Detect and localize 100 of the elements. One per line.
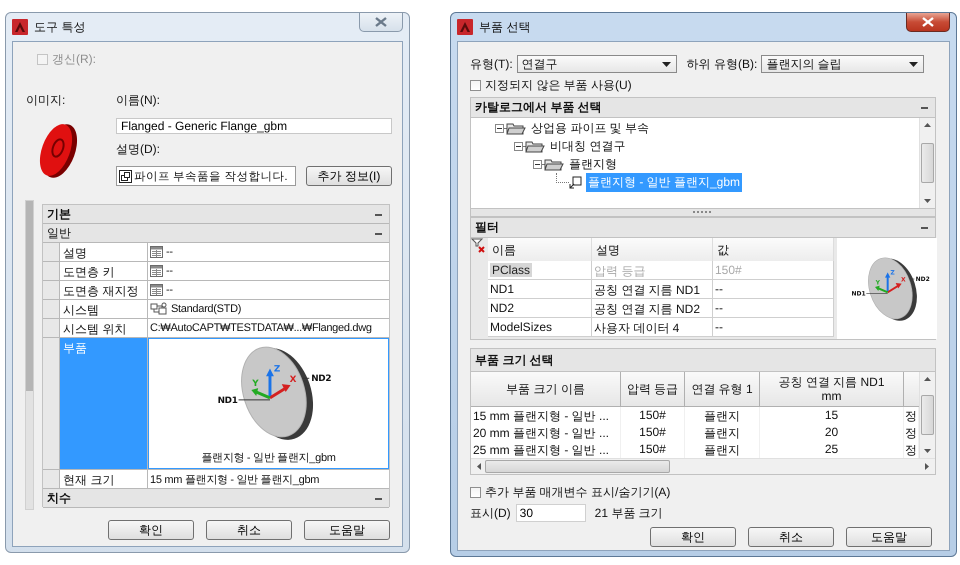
table-cell: 정: [904, 441, 919, 458]
field-label: 유형(T):: [470, 56, 513, 72]
description-field[interactable]: 파이프 부속품을 작성합니다.: [116, 166, 296, 186]
caret-icon: [662, 62, 671, 66]
window-title: 도구 특성: [34, 18, 86, 36]
caret-icon: [909, 62, 918, 66]
scroll-down-icon[interactable]: [924, 199, 931, 203]
axis-label: Y: [252, 379, 258, 390]
property-name[interactable]: 도면층 재지정: [60, 281, 148, 299]
category-label: 치수: [47, 490, 71, 506]
dropdown[interactable]: 플랜지의 슬립: [761, 55, 924, 73]
scroll-up-icon[interactable]: [924, 377, 931, 381]
tree-item[interactable]: 플랜지형: [567, 154, 619, 174]
table-cell: PClass: [490, 263, 532, 277]
column-header[interactable]: 설명: [592, 238, 713, 261]
property-name[interactable]: 시스템: [60, 300, 148, 318]
folder-icon: [525, 140, 545, 152]
checkbox[interactable]: [470, 80, 481, 91]
dialog-button[interactable]: 취소: [206, 520, 292, 540]
panel-header[interactable]: 필터: [471, 218, 935, 238]
leader-line: [909, 278, 915, 279]
scroll-right-icon[interactable]: [925, 463, 929, 470]
flange-drawing: [40, 124, 77, 178]
table-cell: 150#: [715, 263, 742, 277]
node-label: ND2: [310, 374, 331, 384]
table-cell: 공칭 연결 지름 ND1: [594, 283, 700, 297]
property-value: --: [166, 246, 173, 258]
panel-title: 부품 크기 선택: [475, 352, 554, 368]
splitter-grip-icon[interactable]: [693, 211, 713, 214]
table-cell: ND2: [490, 301, 514, 315]
table-cell: ND1: [490, 282, 514, 296]
scrollbar[interactable]: [919, 372, 935, 458]
column-header[interactable]: 연결 유형 1: [685, 372, 760, 407]
close-button[interactable]: [906, 13, 950, 32]
close-icon: [922, 17, 934, 27]
scrollbar[interactable]: [919, 118, 935, 208]
field-label: 설명(D):: [116, 141, 161, 158]
folder-icon: [544, 158, 564, 170]
column-header[interactable]: 부품 크기 이름: [471, 372, 621, 407]
app-icon: [12, 19, 28, 35]
panel-title: 필터: [475, 219, 499, 236]
node-label: ND1: [217, 396, 238, 406]
property-value: --: [166, 265, 173, 277]
axis-label: X: [289, 375, 296, 386]
collapse-icon[interactable]: [514, 142, 523, 150]
name-field[interactable]: Flanged - Generic Flange_gbm: [116, 118, 392, 134]
column-header[interactable]: 공칭 연결 지름 ND1 mm: [760, 372, 904, 407]
tree-item[interactable]: 비대칭 연결구: [548, 136, 628, 156]
checkbox-label: 지정되지 않은 부품 사용(U): [485, 77, 632, 94]
scroll-thumb[interactable]: [26, 201, 33, 391]
close-icon: [375, 17, 387, 27]
table-cell: 압력 등급: [594, 264, 646, 278]
scroll-thumb[interactable]: [921, 143, 934, 183]
image-caption: 플랜지형 - 일반 플랜지_gbm: [201, 451, 336, 465]
checkbox[interactable]: [470, 486, 481, 498]
display-count-field[interactable]: 30: [516, 504, 586, 522]
property-name[interactable]: 도면층 키: [60, 262, 148, 280]
collapse-icon[interactable]: [533, 160, 542, 168]
scroll-left-icon[interactable]: [477, 463, 481, 470]
column-header[interactable]: 값: [713, 238, 834, 261]
tree-item[interactable]: 상업용 파이프 및 부속: [529, 118, 652, 138]
property-value: C:₩AutoCAPT₩TESTDATA₩...₩Flanged.dwg: [148, 319, 389, 337]
scroll-up-icon[interactable]: [924, 123, 931, 127]
panel-header[interactable]: 카탈로그에서 부품 선택: [471, 98, 935, 118]
part-icon: [569, 175, 583, 189]
dialog-button[interactable]: 취소: [748, 527, 834, 547]
scrollbar[interactable]: [471, 458, 935, 474]
more-info-button[interactable]: 추가 정보(I): [306, 166, 392, 186]
field-label: 표시(D): [470, 504, 511, 522]
category-label: 기본: [47, 206, 71, 222]
checkbox-label: 갱신(R):: [52, 50, 96, 68]
scroll-thumb[interactable]: [485, 460, 670, 473]
property-name[interactable]: 시스템 위치: [60, 319, 148, 337]
system-icon: [150, 302, 168, 316]
clear-filter-icon[interactable]: [471, 238, 486, 253]
flange-drawing: [868, 257, 917, 320]
table-cell: 25 mm 플랜지형 - 일반 ...: [471, 441, 621, 458]
table-cell: --: [715, 320, 723, 334]
window-title: 부품 선택: [479, 18, 530, 36]
column-header[interactable]: 이름: [488, 238, 592, 261]
scroll-thumb[interactable]: [921, 395, 934, 435]
table-cell: 공칭 연결 지름 ND2: [594, 302, 700, 316]
dialog-button[interactable]: 확인: [108, 520, 194, 540]
dropdown[interactable]: 연결구: [516, 55, 677, 73]
property-value: --: [166, 284, 173, 296]
field-label: 이미지:: [26, 92, 66, 109]
panel-header[interactable]: 부품 크기 선택: [471, 349, 935, 372]
table-cell: --: [715, 301, 723, 315]
scrollbar[interactable]: [25, 200, 34, 510]
table-cell: ModelSizes: [490, 320, 552, 334]
dialog-button[interactable]: 확인: [650, 527, 736, 547]
dialog-button[interactable]: 도움말: [304, 520, 390, 540]
property-name[interactable]: 설명: [60, 243, 148, 261]
scroll-down-icon[interactable]: [924, 449, 931, 453]
folder-icon: [506, 122, 526, 134]
table-cell: 정: [904, 424, 919, 441]
dialog-button[interactable]: 도움말: [846, 527, 932, 547]
collapse-icon[interactable]: [495, 124, 504, 132]
property-name[interactable]: 현재 크기: [60, 470, 148, 488]
column-header[interactable]: 압력 등급: [621, 372, 685, 407]
